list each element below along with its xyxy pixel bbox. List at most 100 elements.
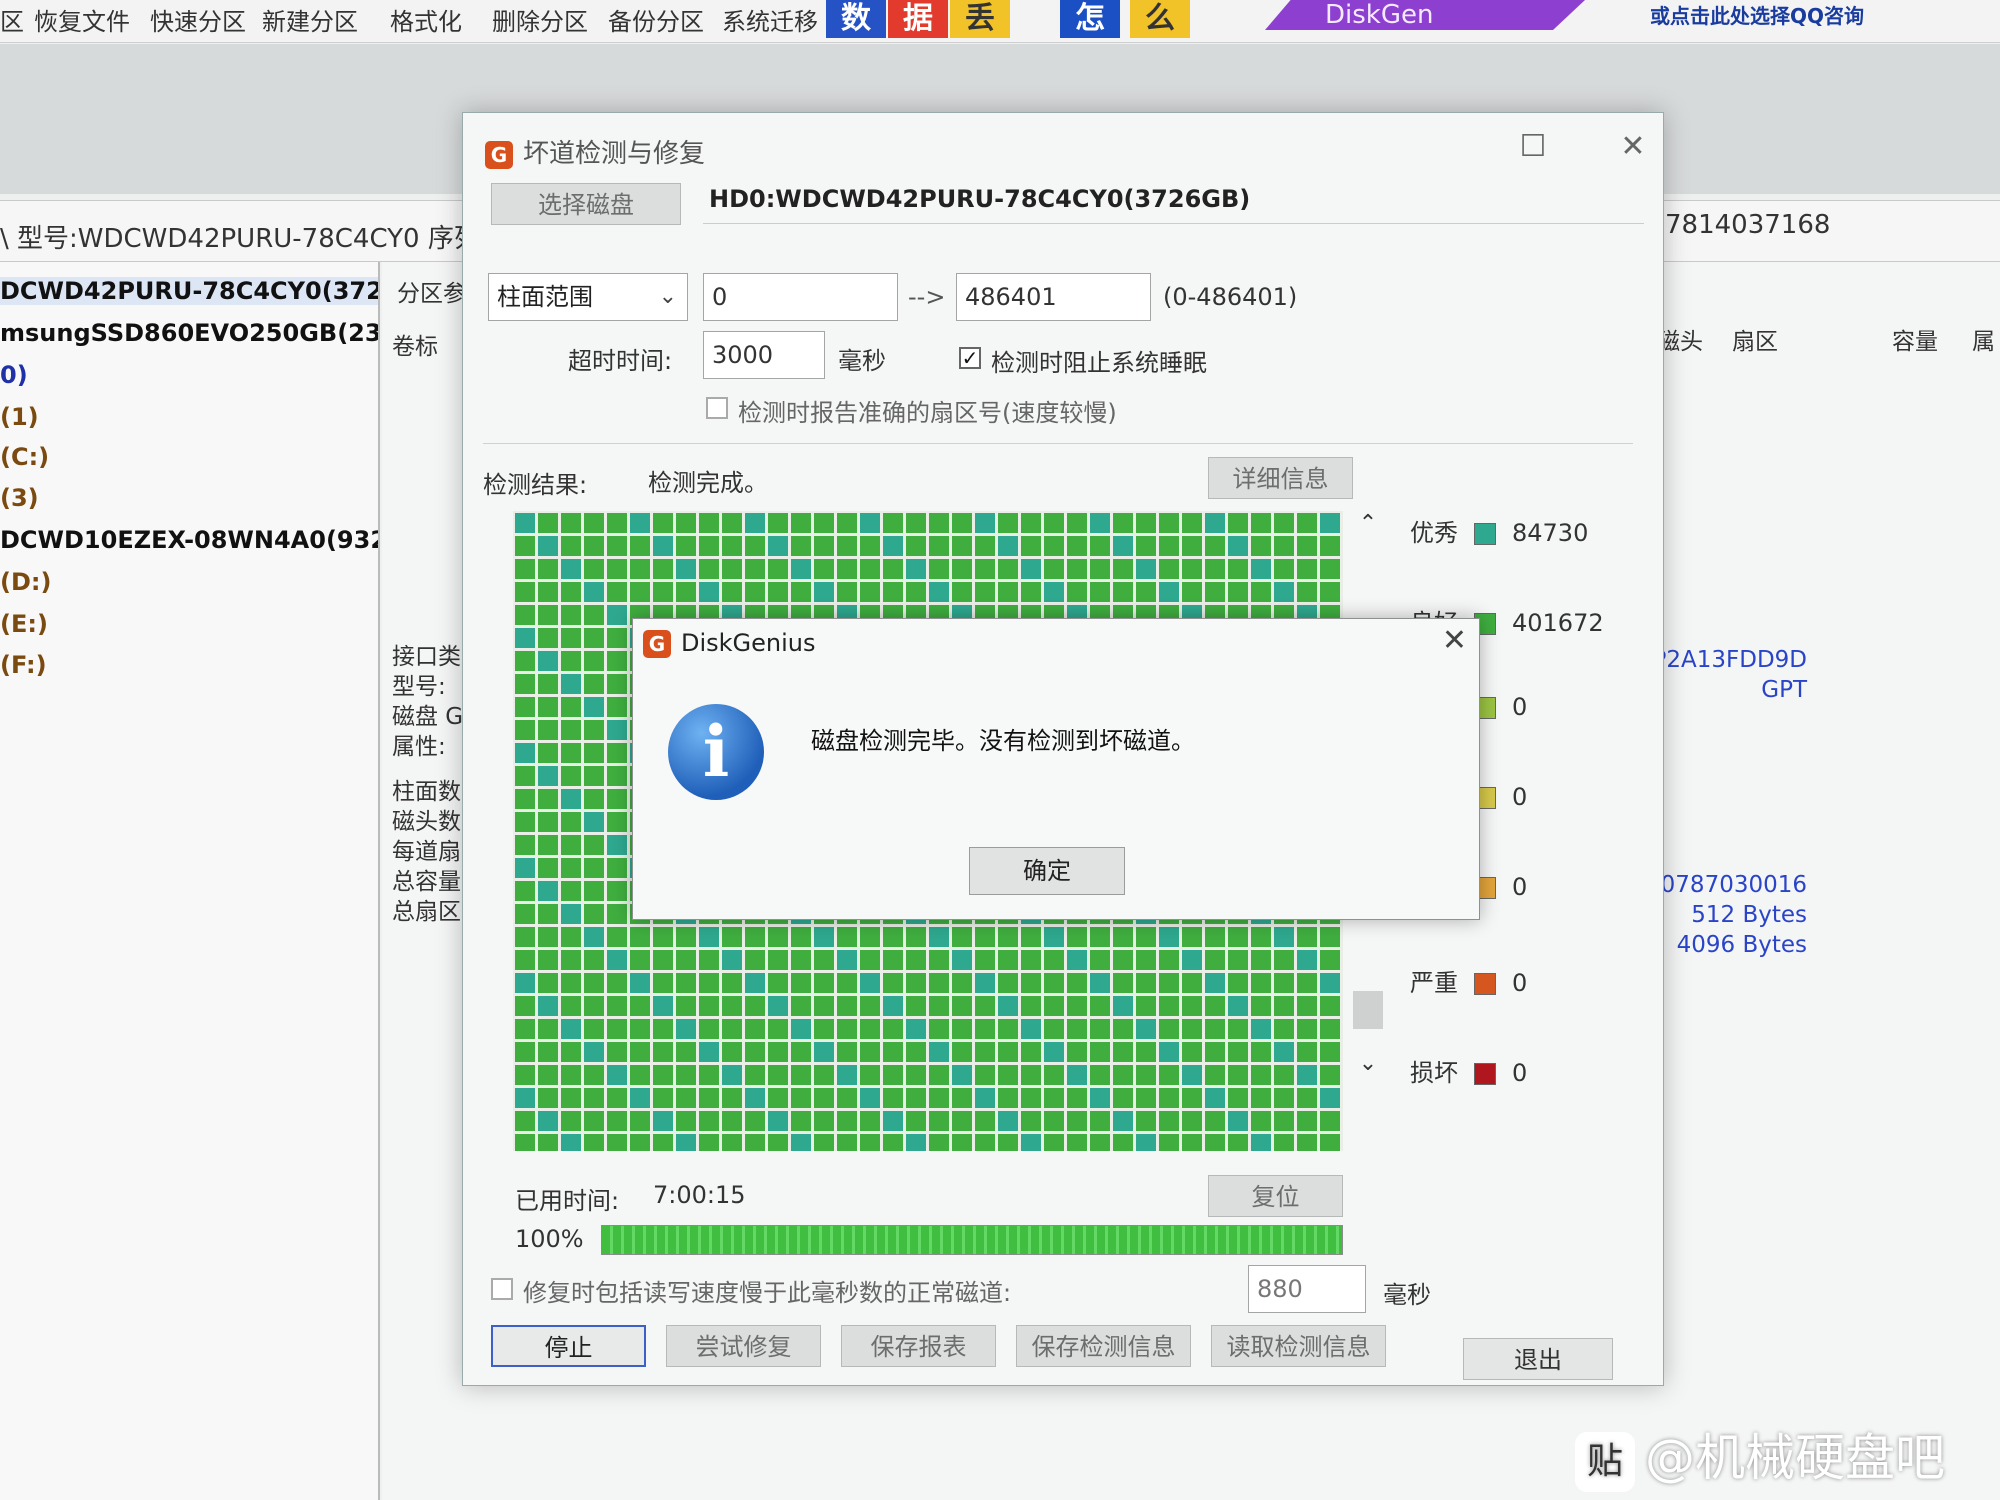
- tree-partition-f[interactable]: (F:): [0, 651, 47, 679]
- range-mode-select[interactable]: 柱面范围 ⌄: [488, 273, 688, 321]
- tree-disk-1[interactable]: msungSSD860EVO250GB(233: [0, 319, 378, 347]
- scroll-thumb[interactable]: [1353, 991, 1383, 1029]
- watermark-text: @机械硬盘吧: [1645, 1429, 1945, 1487]
- toolbar-delete-partition[interactable]: 删除分区: [492, 2, 588, 37]
- scroll-up-icon[interactable]: ⌃: [1353, 511, 1383, 536]
- sector-block: [768, 559, 788, 579]
- sector-block: [837, 513, 857, 533]
- prevent-sleep-checkbox[interactable]: ✓: [959, 347, 981, 369]
- sector-block: [676, 950, 696, 970]
- sector-block: [906, 582, 926, 602]
- sector-block: [814, 1042, 834, 1062]
- toolbar-system-migrate[interactable]: 系统迁移: [722, 2, 818, 37]
- accurate-sector-checkbox[interactable]: [706, 397, 728, 419]
- toolbar-format[interactable]: 格式化: [390, 2, 462, 37]
- label-total-sectors: 总扇区: [392, 899, 461, 925]
- sector-block: [1159, 559, 1179, 579]
- tree-partition-d[interactable]: (D:): [0, 568, 51, 596]
- sector-block: [952, 1019, 972, 1039]
- toolbar-item[interactable]: 区: [0, 2, 24, 37]
- range-hint: (0-486401): [1163, 283, 1298, 311]
- repair-slow-checkbox[interactable]: [491, 1278, 513, 1300]
- sector-block: [860, 927, 880, 947]
- sector-block: [722, 950, 742, 970]
- maximize-icon[interactable]: ☐: [1513, 127, 1553, 167]
- prevent-sleep-label: 检测时阻止系统睡眠: [991, 349, 1207, 377]
- sector-block: [538, 720, 558, 740]
- sector-block: [515, 1111, 535, 1131]
- sector-block: [860, 1111, 880, 1131]
- tab-partition-params[interactable]: 分区参: [397, 274, 466, 308]
- sector-block: [1021, 1111, 1041, 1131]
- sector-block: [768, 996, 788, 1016]
- save-report-button[interactable]: 保存报表: [841, 1325, 996, 1367]
- tree-disk-0[interactable]: DCWD42PURU-78C4CY0(3726: [0, 277, 378, 305]
- legend-count: 0: [1512, 873, 1528, 901]
- sector-block: [538, 927, 558, 947]
- tree-disk-2[interactable]: DCWD10EZEX-08WN4A0(932: [0, 526, 378, 554]
- dialog-title: G 坏道检测与修复: [485, 133, 705, 170]
- range-end-input[interactable]: 486401: [956, 273, 1151, 321]
- label-disk-guid: 磁盘 G: [392, 704, 464, 730]
- sector-block: [929, 1111, 949, 1131]
- sector-block: [952, 1065, 972, 1085]
- repair-slow-input[interactable]: 880: [1248, 1265, 1366, 1313]
- sector-block: [607, 651, 627, 671]
- sector-block: [561, 720, 581, 740]
- qq-consult-link[interactable]: 或点击此处选择QQ咨询: [1650, 0, 1864, 29]
- sector-block: [1136, 1042, 1156, 1062]
- sector-block: [607, 582, 627, 602]
- sector-block: [607, 559, 627, 579]
- ok-button[interactable]: 确定: [969, 847, 1125, 895]
- reset-button[interactable]: 复位: [1208, 1175, 1343, 1217]
- scroll-down-icon[interactable]: ⌄: [1353, 1051, 1383, 1076]
- close-icon[interactable]: ✕: [1442, 623, 1467, 658]
- toolbar-new-partition[interactable]: 新建分区: [262, 2, 358, 37]
- label-total-capacity: 总容量: [392, 869, 461, 895]
- sector-block: [814, 559, 834, 579]
- select-disk-button[interactable]: 选择磁盘: [491, 183, 681, 225]
- stop-button[interactable]: 停止: [491, 1325, 646, 1367]
- tree-partition[interactable]: 0): [0, 361, 28, 389]
- try-repair-button[interactable]: 尝试修复: [666, 1325, 821, 1367]
- sector-block: [653, 996, 673, 1016]
- legend-count: 84730: [1512, 519, 1589, 547]
- tree-partition-c[interactable]: (C:): [0, 443, 49, 471]
- value-disk-guid: P2A13FDD9D: [1652, 647, 1808, 673]
- sector-block: [607, 605, 627, 625]
- sector-block: [1297, 1042, 1317, 1062]
- range-start-input[interactable]: 0: [703, 273, 898, 321]
- sector-block: [860, 1019, 880, 1039]
- sector-block: [1320, 536, 1340, 556]
- sector-block: [515, 973, 535, 993]
- tree-partition-e[interactable]: (E:): [0, 610, 48, 638]
- toolbar-backup-partition[interactable]: 备份分区: [608, 2, 704, 37]
- details-button[interactable]: 详细信息: [1208, 457, 1353, 499]
- sector-block: [906, 1065, 926, 1085]
- tree-partition[interactable]: (1): [0, 403, 39, 431]
- load-scan-info-button[interactable]: 读取检测信息: [1211, 1325, 1386, 1367]
- toolbar-recover-files[interactable]: 恢复文件: [34, 2, 130, 37]
- sector-block: [1182, 996, 1202, 1016]
- sector-block: [699, 996, 719, 1016]
- sector-block: [607, 881, 627, 901]
- sector-block: [883, 1042, 903, 1062]
- sector-block: [1090, 1065, 1110, 1085]
- timeout-input[interactable]: 3000: [703, 331, 825, 379]
- col-head-sector: 扇区: [1732, 329, 1778, 355]
- toolbar-quick-partition[interactable]: 快速分区: [150, 2, 246, 37]
- progress-percent: 100%: [515, 1225, 584, 1253]
- sector-block: [630, 1111, 650, 1131]
- tree-partition[interactable]: (3): [0, 484, 39, 512]
- save-scan-info-button[interactable]: 保存检测信息: [1016, 1325, 1191, 1367]
- sector-block: [1205, 950, 1225, 970]
- sector-block: [952, 513, 972, 533]
- close-icon[interactable]: ✕: [1613, 127, 1653, 167]
- exit-button[interactable]: 退出: [1463, 1338, 1613, 1380]
- sector-block: [1067, 1111, 1087, 1131]
- sector-block: [791, 1042, 811, 1062]
- sector-block: [1274, 1042, 1294, 1062]
- diskgenius-banner[interactable]: DiskGen: [1265, 0, 1585, 30]
- sector-block: [515, 766, 535, 786]
- sector-block: [607, 743, 627, 763]
